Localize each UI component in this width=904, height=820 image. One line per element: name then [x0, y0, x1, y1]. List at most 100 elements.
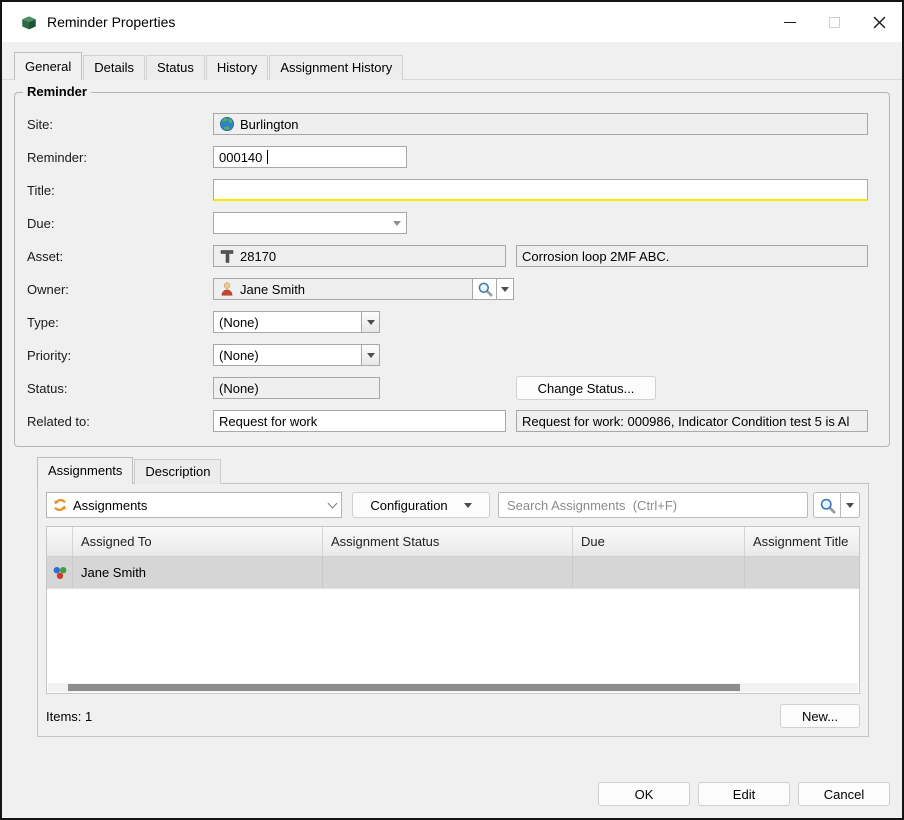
dropdown-arrow-icon [393, 221, 401, 226]
asset-row: Asset: 28170 Corrosion loop 2MF ABC. [25, 245, 877, 267]
site-value: Burlington [240, 117, 299, 132]
due-value [214, 213, 388, 233]
column-header-assigned-to[interactable]: Assigned To [73, 527, 323, 556]
due-label: Due: [25, 216, 213, 231]
related-to-label: Related to: [25, 414, 213, 429]
tab-general[interactable]: General [14, 52, 82, 80]
search-button[interactable] [813, 492, 841, 518]
tab-description[interactable]: Description [134, 459, 221, 484]
tab-history[interactable]: History [206, 55, 268, 80]
configuration-label: Configuration [370, 498, 447, 513]
text-caret [267, 150, 268, 164]
column-header-icon[interactable] [47, 527, 73, 556]
tab-assignment-history[interactable]: Assignment History [269, 55, 403, 80]
window-title: Reminder Properties [47, 14, 175, 30]
asset-field: 28170 [213, 245, 506, 267]
reminder-value: 000140 [219, 150, 262, 165]
edit-button[interactable]: Edit [698, 782, 790, 806]
dropdown-arrow-icon [501, 287, 509, 292]
column-header-assignment-status[interactable]: Assignment Status [323, 527, 573, 556]
cell-assignment-status [323, 557, 573, 588]
tab-status[interactable]: Status [146, 55, 205, 80]
asset-icon [219, 248, 235, 264]
column-header-due[interactable]: Due [573, 527, 745, 556]
change-status-button[interactable]: Change Status... [516, 376, 656, 400]
table-header: Assigned To Assignment Status Due Assign… [47, 527, 859, 557]
owner-row: Owner: Jane Smith [25, 278, 877, 300]
cell-assignment-title [745, 557, 859, 588]
horizontal-scrollbar[interactable] [48, 683, 858, 692]
items-count: Items: 1 [46, 709, 92, 724]
dialog-footer: OK Edit Cancel [2, 782, 902, 818]
owner-field[interactable]: Jane Smith [213, 278, 473, 300]
asset-description: Corrosion loop 2MF ABC. [522, 249, 669, 264]
owner-search-button[interactable] [473, 278, 497, 300]
ok-button[interactable]: OK [598, 782, 690, 806]
related-to-value: Request for work [219, 414, 317, 429]
maximize-button[interactable] [812, 2, 857, 42]
related-to-field[interactable]: Request for work [213, 410, 506, 432]
status-label: Status: [25, 381, 213, 396]
new-button[interactable]: New... [780, 704, 860, 728]
tab-assignments[interactable]: Assignments [37, 457, 133, 484]
app-icon [20, 13, 38, 31]
assignments-toolbar: Assignments Configuration [46, 492, 860, 518]
site-label: Site: [25, 117, 213, 132]
title-label: Title: [25, 183, 213, 198]
priority-dropdown-arrow[interactable] [361, 345, 379, 365]
related-to-description: Request for work: 000986, Indicator Cond… [522, 414, 849, 429]
priority-combobox[interactable]: (None) [213, 344, 380, 366]
close-button[interactable] [857, 2, 902, 42]
table-row[interactable]: Jane Smith [47, 557, 859, 589]
due-dropdown-arrow[interactable] [388, 213, 406, 233]
type-combobox[interactable]: (None) [213, 311, 380, 333]
view-selector-value: Assignments [73, 498, 147, 513]
table-empty-area [47, 589, 859, 693]
site-row: Site: Burlington [25, 113, 877, 135]
reminder-properties-dialog: Reminder Properties General Details Stat… [0, 0, 904, 820]
owner-value: Jane Smith [240, 282, 305, 297]
magnifier-icon [477, 281, 493, 297]
reminder-input[interactable]: 000140 [213, 146, 407, 168]
title-bar: Reminder Properties [2, 2, 902, 42]
minimize-button[interactable] [767, 2, 812, 42]
type-label: Type: [25, 315, 213, 330]
minimize-icon [784, 22, 796, 23]
assignment-row-icon [52, 565, 68, 581]
type-value: (None) [214, 312, 361, 332]
asset-label: Asset: [25, 249, 213, 264]
assignments-tab-strip: Assignments Description [37, 457, 869, 484]
owner-dropdown-button[interactable] [497, 278, 514, 300]
assignments-search-input[interactable] [498, 492, 808, 518]
title-row: Title: [25, 179, 877, 201]
asset-description-field: Corrosion loop 2MF ABC. [516, 245, 868, 267]
asset-value: 28170 [240, 249, 276, 264]
priority-value: (None) [214, 345, 361, 365]
status-value: (None) [219, 381, 259, 396]
search-options-dropdown[interactable] [841, 492, 860, 518]
dropdown-arrow-icon [367, 353, 375, 358]
main-tab-strip: General Details Status History Assignmen… [2, 42, 902, 80]
view-selector-combobox[interactable]: Assignments [46, 492, 342, 518]
items-status-row: Items: 1 New... [46, 704, 860, 728]
tab-details[interactable]: Details [83, 55, 145, 80]
maximize-icon [829, 17, 840, 28]
assignments-section: Assignments Description Assignments Conf… [37, 457, 869, 737]
reminder-row: Reminder: 000140 [25, 146, 877, 168]
status-field: (None) [213, 377, 380, 399]
related-to-row: Related to: Request for work Request for… [25, 410, 877, 432]
scrollbar-thumb[interactable] [68, 684, 740, 691]
groupbox-legend: Reminder [23, 84, 91, 99]
cell-assigned-to: Jane Smith [73, 557, 323, 588]
column-header-assignment-title[interactable]: Assignment Title [745, 527, 859, 556]
due-combobox[interactable] [213, 212, 407, 234]
priority-label: Priority: [25, 348, 213, 363]
cancel-button[interactable]: Cancel [798, 782, 890, 806]
assignments-table: Assigned To Assignment Status Due Assign… [46, 526, 860, 694]
view-selector-arrow[interactable] [323, 493, 341, 517]
configuration-button[interactable]: Configuration [352, 492, 490, 518]
title-input[interactable] [213, 179, 868, 201]
owner-picker: Jane Smith [213, 278, 514, 300]
type-dropdown-arrow[interactable] [361, 312, 379, 332]
related-to-description-field: Request for work: 000986, Indicator Cond… [516, 410, 868, 432]
